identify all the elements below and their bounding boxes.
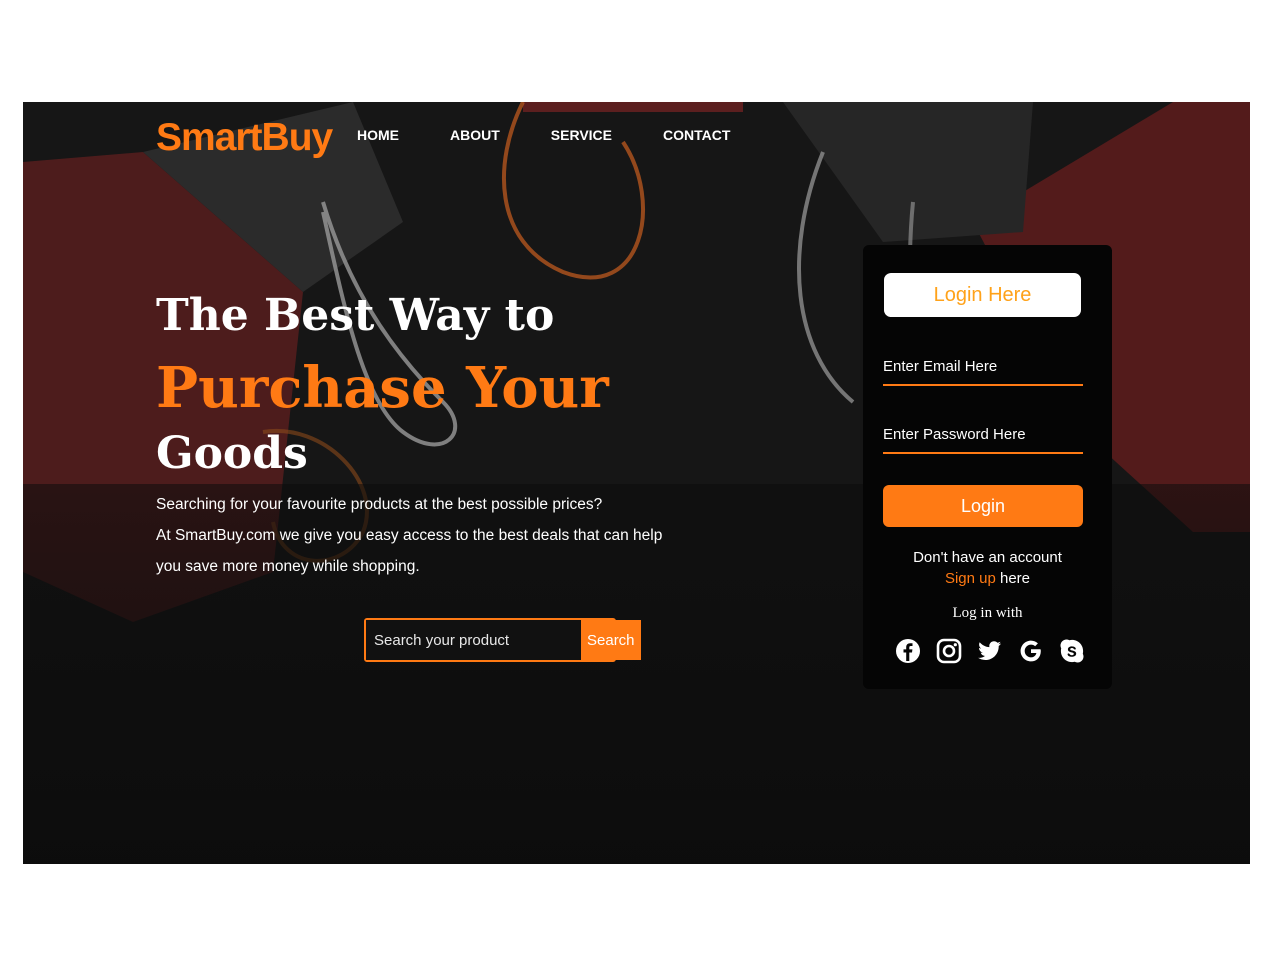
facebook-icon[interactable] bbox=[895, 638, 921, 664]
nav-contact[interactable]: CONTACT bbox=[663, 127, 730, 143]
email-field[interactable] bbox=[883, 348, 1083, 384]
hero-heading-line3: Goods bbox=[156, 428, 308, 479]
login-button[interactable]: Login bbox=[883, 485, 1083, 527]
brand-logo[interactable]: SmartBuy bbox=[156, 116, 333, 160]
google-icon[interactable] bbox=[1018, 638, 1044, 664]
password-field[interactable] bbox=[883, 416, 1083, 452]
signup-line: Sign up here bbox=[863, 568, 1112, 589]
main-nav: HOME ABOUT SERVICE CONTACT bbox=[357, 127, 781, 143]
description-line: At SmartBuy.com we give you easy access … bbox=[156, 527, 663, 544]
hero-heading-line1: The Best Way to bbox=[156, 290, 555, 341]
social-login-icons bbox=[895, 638, 1085, 664]
twitter-icon[interactable] bbox=[977, 638, 1003, 664]
search-input[interactable] bbox=[366, 620, 581, 660]
nav-service[interactable]: SERVICE bbox=[551, 127, 612, 143]
product-search-bar: Search bbox=[364, 618, 641, 662]
nav-about[interactable]: ABOUT bbox=[450, 127, 500, 143]
login-card: Login Here Login Don't have an account S… bbox=[863, 245, 1112, 689]
hero-description: Searching for your favourite products at… bbox=[156, 489, 696, 582]
page-background: SmartBuy HOME ABOUT SERVICE CONTACT The … bbox=[23, 102, 1250, 864]
search-button[interactable]: Search bbox=[581, 620, 641, 660]
signup-link[interactable]: Sign up bbox=[945, 570, 996, 587]
hero-heading-line2: Purchase Your bbox=[156, 355, 609, 421]
email-field-wrapper bbox=[883, 348, 1083, 386]
description-line: Searching for your favourite products at… bbox=[156, 496, 603, 513]
skype-icon[interactable] bbox=[1059, 638, 1085, 664]
login-title: Login Here bbox=[884, 273, 1081, 317]
instagram-icon[interactable] bbox=[936, 638, 962, 664]
nav-home[interactable]: HOME bbox=[357, 127, 399, 143]
signup-prompt: Don't have an account Sign up here bbox=[863, 547, 1112, 589]
signup-suffix: here bbox=[995, 570, 1031, 587]
description-line: you save more money while shopping. bbox=[156, 558, 420, 575]
no-account-text: Don't have an account bbox=[913, 549, 1062, 566]
login-with-label: Log in with bbox=[952, 605, 1023, 621]
password-field-wrapper bbox=[883, 416, 1083, 454]
